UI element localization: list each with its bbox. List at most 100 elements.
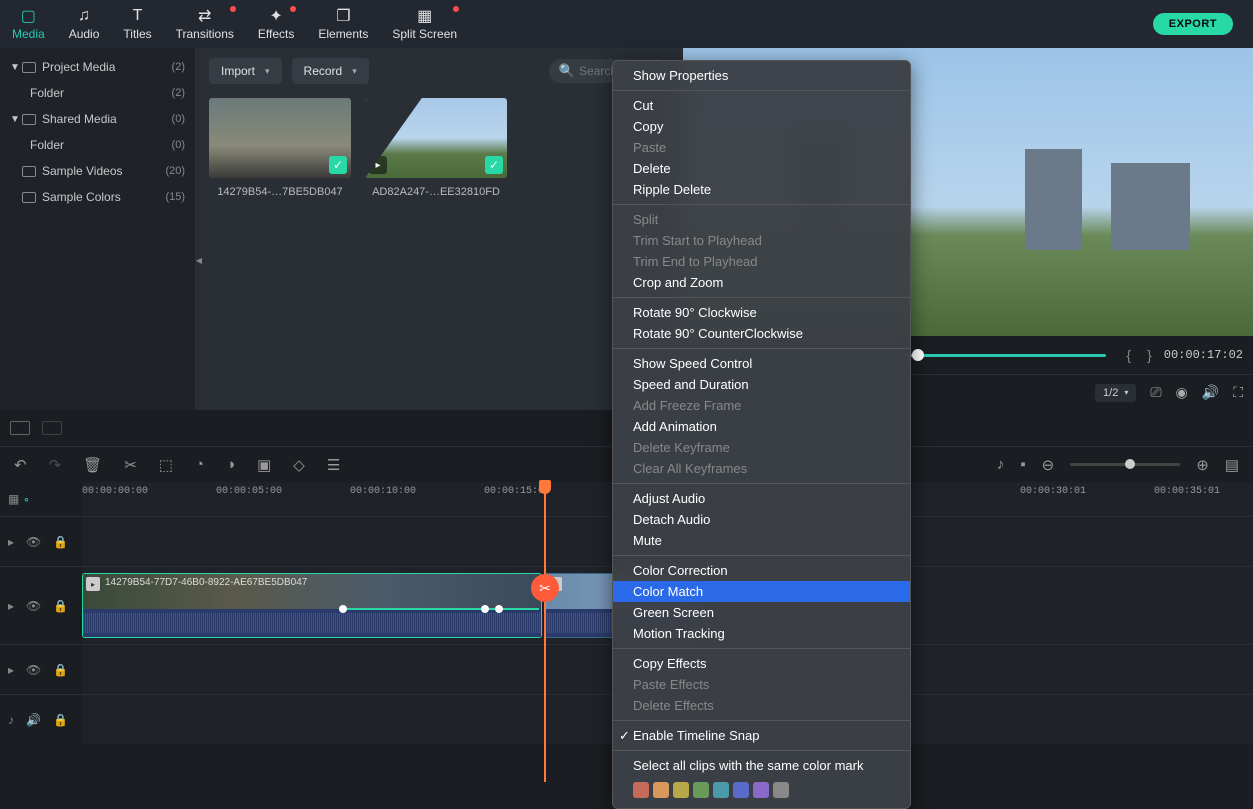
import-dropdown[interactable]: Import ▾ [209, 58, 282, 84]
lock-icon[interactable]: 🔒 [53, 713, 68, 727]
snapshot-icon[interactable]: ◉ [1176, 384, 1188, 401]
redo-icon[interactable]: ↷ [49, 456, 62, 474]
context-menu-item[interactable]: Ripple Delete [613, 179, 910, 200]
color-swatch[interactable] [773, 782, 789, 798]
zoom-in-icon[interactable]: ⊕ [1196, 456, 1209, 474]
context-menu-item[interactable]: Motion Tracking [613, 623, 910, 644]
zoom-slider[interactable] [1070, 463, 1180, 466]
manage-tracks-icon[interactable]: ▦ [8, 492, 19, 506]
lock-icon[interactable]: 🔒 [53, 535, 68, 549]
context-menu-item[interactable]: Speed and Duration [613, 374, 910, 395]
playhead[interactable]: ✂ [544, 482, 546, 782]
marker-icon[interactable]: ▪ [1020, 456, 1025, 473]
volume-icon[interactable]: 🔊 [26, 713, 41, 727]
context-menu-item[interactable]: Copy [613, 116, 910, 137]
greenscreen-icon[interactable]: ▣ [257, 456, 271, 474]
media-thumbnail[interactable]: ▸ ✓ AD82A247-…EE32810FD [365, 98, 507, 198]
tab-label: Audio [69, 27, 100, 41]
preview-scenery [1025, 149, 1082, 250]
sidebar-item-folder[interactable]: Folder (2) [0, 80, 195, 106]
new-folder-icon[interactable] [10, 421, 30, 435]
play-icon[interactable]: ▸ [8, 599, 14, 613]
delete-icon[interactable]: 🗑 [83, 456, 102, 474]
color-swatch[interactable] [753, 782, 769, 798]
audio-mixer-icon[interactable]: ♪ [997, 456, 1005, 473]
color-swatch[interactable] [713, 782, 729, 798]
context-menu-item[interactable]: Green Screen [613, 602, 910, 623]
context-menu-item[interactable]: Rotate 90° CounterClockwise [613, 323, 910, 344]
eye-icon[interactable]: 👁 [26, 599, 41, 613]
mark-in-button[interactable]: { [1122, 347, 1135, 363]
sidebar-item-project-media[interactable]: ▼ Project Media (2) [0, 54, 195, 80]
context-menu-item[interactable]: Copy Effects [613, 653, 910, 674]
context-menu-item[interactable]: Crop and Zoom [613, 272, 910, 293]
lock-icon[interactable]: 🔒 [53, 599, 68, 613]
mark-out-button[interactable]: } [1143, 347, 1156, 363]
sidebar-item-folder[interactable]: Folder (0) [0, 132, 195, 158]
context-menu-item[interactable]: Color Correction [613, 560, 910, 581]
tab-effects[interactable]: ✦ Effects [246, 0, 306, 48]
tab-titles[interactable]: T Titles [111, 0, 163, 48]
music-icon: ♫ [78, 7, 90, 25]
tab-media[interactable]: ▢ Media [0, 0, 57, 48]
play-icon[interactable]: ▸ [8, 663, 14, 677]
timeline-clip[interactable]: ▸ 14279B54-77D7-46B0-8922-AE67BE5DB047 [82, 573, 542, 638]
media-thumbnail[interactable]: ✓ 14279B54-…7BE5DB047 [209, 98, 351, 198]
context-menu: Show PropertiesCutCopyPasteDeleteRipple … [612, 60, 911, 809]
tab-transitions[interactable]: ⇄ Transitions [164, 0, 246, 48]
context-menu-item[interactable]: Mute [613, 530, 910, 551]
color-swatch[interactable] [733, 782, 749, 798]
menu-item-label: Cut [633, 98, 653, 113]
eye-icon[interactable]: 👁 [26, 535, 41, 549]
context-menu-item[interactable]: Delete [613, 158, 910, 179]
zoom-fit-icon[interactable]: ▤ [1225, 456, 1239, 474]
eye-icon[interactable]: 👁 [26, 663, 41, 677]
color-swatch[interactable] [633, 782, 649, 798]
undo-icon[interactable]: ↶ [14, 456, 27, 474]
tab-elements[interactable]: ❐ Elements [306, 0, 380, 48]
sidebar-item-shared-media[interactable]: ▼ Shared Media (0) [0, 106, 195, 132]
play-icon[interactable]: ▸ [8, 535, 14, 549]
sidebar-item-count: (2) [172, 61, 185, 73]
music-icon[interactable]: ♪ [8, 713, 14, 727]
sidebar-collapse-button[interactable]: ◀ [195, 248, 203, 272]
color-swatch[interactable] [673, 782, 689, 798]
sidebar-item-sample-colors[interactable]: Sample Colors (15) [0, 184, 195, 210]
context-menu-item[interactable]: Select all clips with the same color mar… [613, 755, 910, 776]
context-menu-item[interactable]: ✓Enable Timeline Snap [613, 725, 910, 746]
context-menu-item[interactable]: Rotate 90° Clockwise [613, 302, 910, 323]
context-menu-item[interactable]: Add Animation [613, 416, 910, 437]
context-menu-item[interactable]: Color Match [613, 581, 910, 602]
context-menu-item[interactable]: Adjust Audio [613, 488, 910, 509]
context-menu-item[interactable]: Cut [613, 95, 910, 116]
context-menu-item[interactable]: Show Speed Control [613, 353, 910, 374]
split-icon[interactable]: ✂ [124, 456, 137, 474]
folder-icon[interactable] [42, 421, 62, 435]
context-menu-item[interactable]: Detach Audio [613, 509, 910, 530]
tab-audio[interactable]: ♫ Audio [57, 0, 112, 48]
playhead-handle[interactable] [539, 480, 551, 494]
export-button[interactable]: EXPORT [1153, 13, 1233, 35]
color-icon[interactable]: ◑ [226, 456, 235, 473]
volume-icon[interactable]: 🔊 [1202, 384, 1219, 401]
display-icon[interactable]: ⎚ [1150, 384, 1161, 401]
tab-splitscreen[interactable]: ▦ Split Screen [380, 0, 469, 48]
speed-icon[interactable]: ◔ [195, 456, 204, 473]
sidebar-item-sample-videos[interactable]: Sample Videos (20) [0, 158, 195, 184]
zoom-out-icon[interactable]: ⊖ [1042, 456, 1055, 474]
crop-icon[interactable]: ⬚ [159, 456, 173, 474]
scissors-icon[interactable]: ✂ [531, 574, 559, 602]
resolution-selector[interactable]: 1/2 ▾ [1095, 384, 1136, 402]
fullscreen-icon[interactable]: ⛶ [1233, 384, 1243, 401]
lock-icon[interactable]: 🔒 [53, 663, 68, 677]
color-swatch[interactable] [653, 782, 669, 798]
color-swatch[interactable] [693, 782, 709, 798]
zoom-slider-knob[interactable] [1125, 459, 1135, 469]
add-icon[interactable]: ▸ [369, 156, 387, 174]
record-dropdown[interactable]: Record ▾ [292, 58, 369, 84]
slider-knob[interactable] [912, 349, 924, 361]
menu-item-label: Add Animation [633, 419, 717, 434]
context-menu-item[interactable]: Show Properties [613, 65, 910, 86]
keyframe-icon[interactable]: ◇ [293, 456, 305, 474]
adjust-icon[interactable]: ☰ [327, 456, 340, 474]
